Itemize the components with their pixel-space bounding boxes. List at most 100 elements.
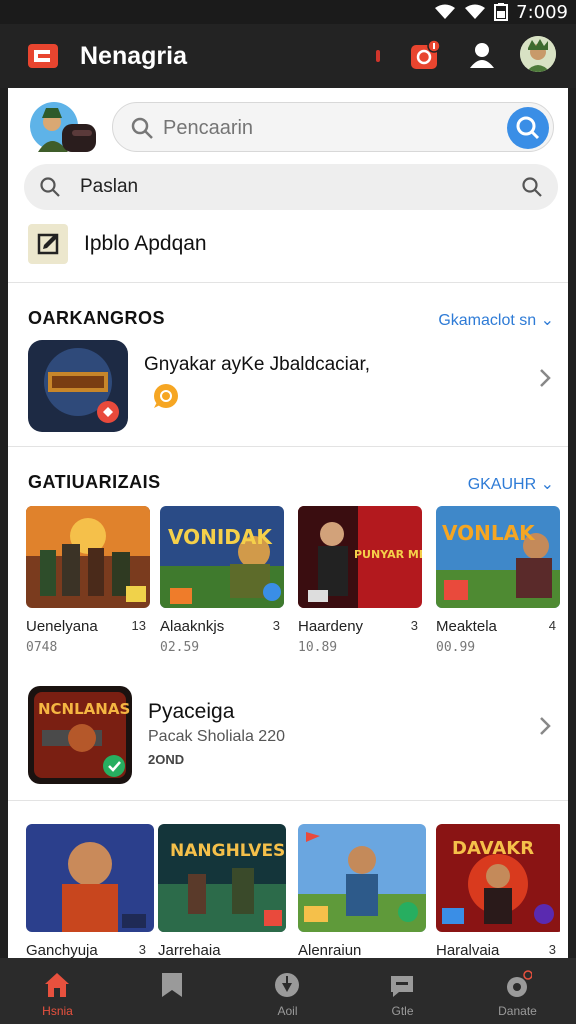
app-bar: Nenagria [0,24,576,88]
status-icons: 7:009 [434,0,568,24]
bottom-navigation: Hsnia Aoil Gtle Danate [0,958,576,1024]
edit-row-label: Ipblo Apdqan [84,232,207,255]
nav-label: Hsnia [42,1004,73,1018]
wifi-icon [435,4,456,19]
signal-icon [465,4,486,19]
bookmark-icon [162,973,182,997]
divider [8,800,568,801]
indicator-dot [376,50,380,62]
secondary-search-label: Paslan [80,176,139,197]
game-name: Haardeny [298,618,364,635]
edit-row[interactable]: Ipblo Apdqan [28,224,428,264]
game-name: Jarrehaia [158,942,221,958]
status-time: 7:009 [516,1,568,23]
profile-avatar[interactable] [520,36,556,72]
featured-section-title: OARKANGROS [28,308,166,328]
game-thumbnail: VONIDAK [160,506,284,608]
nav-item-settings[interactable]: Danate [460,958,575,1024]
game-thumbnail: PUNYAR MENGOUF [298,506,422,608]
search-icon [516,116,540,140]
user-icon[interactable] [466,40,498,70]
thumb-text: VONIDAK [168,525,273,549]
game-thumbnail: NANGHLVES [158,824,286,932]
nav-item-explore[interactable]: Aoil [230,958,345,1024]
thumb-text: DAVAKR [452,838,534,859]
game-art-image [298,824,426,932]
game-name: Alenraiun [298,942,362,958]
game-art-image [26,506,150,608]
game-art-image: PUNYAR MENGOUF [298,506,422,608]
promo-meta: 2OND [148,752,185,767]
games-link-label: GKAUHR [467,476,537,493]
search-icon[interactable] [520,175,544,199]
chat-bubble-icon [154,384,178,408]
chevron-right-icon[interactable] [538,716,552,736]
chevron-down-icon: ⌄ [540,476,554,493]
main-content: Paslan Ipblo Apdqan OARKANGROS Gkamaclot… [8,88,568,958]
thumb-text: NANGHLVES [170,841,285,861]
game-thumbnail: DAVAKR [436,824,564,932]
game-name: Ganchyuja [26,942,98,958]
search-icon [131,117,153,139]
game-name: Meaktela [436,618,497,635]
nav-item-bookmarks[interactable] [115,958,230,1024]
promo-title: Pyaceiga [148,700,235,723]
game-art-image: VONLAK [436,506,560,608]
game-time: 10.89 [298,640,338,655]
featured-link-label: Gkamaclot sn [438,312,537,329]
featured-see-more-link[interactable]: Gkamaclot sn ⌄ [438,310,554,330]
game-thumbnail [298,824,426,932]
divider [8,282,568,283]
notification-icon[interactable] [410,40,440,70]
secondary-search-field[interactable]: Paslan [24,164,558,210]
user-avatar-icon[interactable] [28,100,100,156]
game-name: Alaaknkjs [160,618,225,635]
chat-icon [391,976,413,997]
avatar-icon [520,36,556,72]
nav-item-home[interactable]: Hsnia [0,958,115,1024]
game-name: Uenelyana [26,618,98,635]
nav-label: Gtle [391,1004,414,1018]
compass-icon [275,973,299,997]
game-art-image [26,824,154,932]
promo-thumbnail[interactable]: NCNLANAS [28,686,132,784]
search-bar[interactable] [112,102,554,152]
game-tag: 3 [410,618,418,633]
search-submit-button[interactable] [507,107,549,149]
nav-label: Aoil [277,1004,298,1018]
home-icon [45,973,69,997]
featured-game-title: Gnyakar ayKe Jbaldcaciar, [144,354,371,375]
game-time: 00.99 [436,640,476,655]
thumb-text: NCNLANAS [38,700,130,718]
game-thumbnail [26,824,154,932]
status-bar: 7:009 [0,0,576,24]
nav-label: Danate [498,1004,537,1018]
game-thumbnail [26,506,150,608]
game-tag: 3 [138,942,146,957]
app-logo-icon [28,44,58,68]
game-time: 0748 [26,640,58,655]
game-thumbnail: VONLAK [436,506,560,608]
game-tag: 4 [548,618,556,633]
thumb-text: PUNYAR MENGOUF [354,548,422,561]
chevron-right-icon[interactable] [538,368,552,388]
games-section-title: GATIUARIZAIS [28,472,161,492]
game-art-image: VONIDAK [160,506,284,608]
games-see-more-link[interactable]: GKAUHR ⌄ [468,474,554,494]
edit-icon [37,233,59,255]
game-time: 02.59 [160,640,200,655]
game-art-image: NCNLANAS [28,686,132,784]
game-tag: 3 [272,618,280,633]
game-art-image: DAVAKR [436,824,560,932]
featured-game-thumbnail[interactable] [28,340,128,432]
search-input[interactable] [163,113,493,143]
edit-button[interactable] [28,224,68,264]
game-art-image [28,340,128,432]
nav-item-chat[interactable]: Gtle [345,958,460,1024]
battery-icon [494,3,509,21]
settings-icon [507,970,532,997]
game-tag: 3 [548,942,556,957]
chevron-down-icon: ⌄ [540,312,554,329]
game-tag: 13 [131,618,146,633]
search-icon [40,177,60,197]
